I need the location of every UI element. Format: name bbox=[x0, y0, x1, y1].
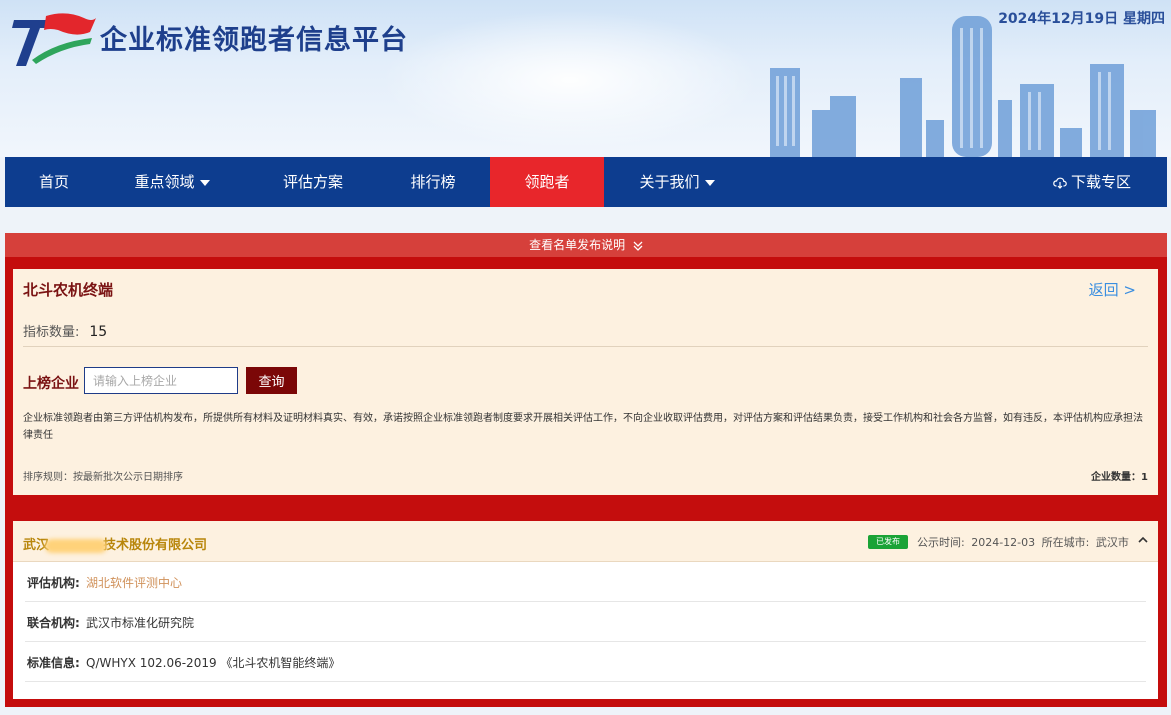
nav-item-home[interactable]: 首页 bbox=[5, 157, 103, 207]
row-label: 评估机构: bbox=[27, 576, 80, 590]
nav-item-label: 评估方案 bbox=[282, 173, 343, 191]
company-entry-card: 武汉 技术股份有限公司 已发布 公示时间: 2024-12-03 所在城市: 武汉… bbox=[13, 521, 1158, 699]
nav-item-rankings[interactable]: 排行榜 bbox=[383, 157, 483, 207]
notice-label: 查看名单发布说明 bbox=[529, 238, 626, 252]
disclaimer-text: 企业标准领跑者由第三方评估机构发布，所提供所有材料及证明材料真实、有效，承诺按照… bbox=[23, 413, 1143, 441]
nav-item-label: 关于我们 bbox=[639, 173, 700, 191]
divider bbox=[23, 346, 1148, 347]
nav-item-downloads[interactable]: 下载专区 bbox=[1037, 157, 1147, 207]
site-logo[interactable] bbox=[6, 8, 96, 68]
entry-row-evaluator: 评估机构: 湖北软件评测中心 bbox=[25, 562, 1146, 602]
nav-item-leaders[interactable]: 领跑者 bbox=[490, 157, 604, 207]
entry-meta: 公示时间: 2024-12-03 所在城市: 武汉市 bbox=[917, 534, 1132, 550]
row-label: 联合机构: bbox=[27, 616, 80, 630]
download-label: 下载专区 bbox=[1070, 173, 1131, 191]
metric-value: 15 bbox=[89, 324, 108, 340]
double-chevron-down-icon bbox=[633, 241, 643, 251]
city-label: 所在城市: bbox=[1041, 536, 1090, 549]
entry-row-standard: 标准信息: Q/WHYX 102.06-2019 《北斗农机智能终端》 bbox=[25, 642, 1146, 682]
company-search-input[interactable] bbox=[84, 367, 238, 394]
nav-item-label: 排行榜 bbox=[410, 173, 456, 191]
search-button[interactable]: 查询 bbox=[246, 367, 297, 394]
nav-item-label: 首页 bbox=[38, 173, 69, 191]
city-value: 武汉市 bbox=[1095, 536, 1129, 549]
search-label: 上榜企业 bbox=[23, 376, 79, 392]
site-header: 企业标准领跑者信息平台 2024年12月19日 星期四 bbox=[0, 0, 1171, 157]
company-name[interactable]: 武汉 技术股份有限公司 bbox=[23, 534, 207, 553]
header-glow bbox=[380, 10, 760, 150]
nav-item-evaluation-plans[interactable]: 评估方案 bbox=[253, 157, 373, 207]
release-notes-toggle[interactable]: 查看名单发布说明 bbox=[5, 233, 1167, 257]
chevron-up-icon[interactable] bbox=[1138, 535, 1148, 545]
nav-item-label: 领跑者 bbox=[524, 173, 570, 191]
publish-date: 2024-12-03 bbox=[971, 536, 1036, 549]
metric-label: 指标数量: bbox=[23, 325, 80, 340]
row-value: 武汉市标准化研究院 bbox=[86, 616, 195, 630]
sort-rule: 排序规则：按最新批次公示日期排序 bbox=[23, 472, 183, 483]
evaluator-link[interactable]: 湖北软件评测中心 bbox=[86, 574, 182, 591]
cloud-download-icon bbox=[1053, 177, 1067, 189]
company-entry-header[interactable]: 武汉 技术股份有限公司 已发布 公示时间: 2024-12-03 所在城市: 武汉… bbox=[13, 521, 1158, 562]
product-panel: 北斗农机终端 返回 > 指标数量: 15 上榜企业 查询 企业标准领跑者由第三方评… bbox=[13, 269, 1158, 495]
nav-item-label: 重点领域 bbox=[134, 173, 195, 191]
publish-label: 公示时间: bbox=[917, 536, 965, 549]
redacted-mask bbox=[45, 538, 108, 553]
company-count: 企业数量：1 bbox=[1091, 472, 1148, 483]
company-name-suffix: 技术股份有限公司 bbox=[103, 538, 208, 553]
caret-down-icon bbox=[704, 179, 715, 186]
status-badge: 已发布 bbox=[868, 535, 908, 549]
entry-row-partner: 联合机构: 武汉市标准化研究院 bbox=[25, 602, 1146, 642]
main-nav: 首页 重点领域 评估方案 排行榜 领跑者 关于我们 下载专区 bbox=[5, 157, 1167, 207]
back-link[interactable]: 返回 > bbox=[1089, 279, 1136, 300]
product-title: 北斗农机终端 bbox=[23, 281, 114, 299]
metric-count: 指标数量: 15 bbox=[23, 321, 107, 340]
caret-down-icon bbox=[199, 179, 210, 186]
nav-item-key-areas[interactable]: 重点领域 bbox=[117, 157, 227, 207]
city-skyline-illustration bbox=[770, 16, 1156, 157]
row-value: Q/WHYX 102.06-2019 《北斗农机智能终端》 bbox=[86, 656, 341, 670]
row-label: 标准信息: bbox=[27, 656, 80, 670]
nav-item-about-us[interactable]: 关于我们 bbox=[617, 157, 737, 207]
site-title: 企业标准领跑者信息平台 bbox=[100, 25, 408, 56]
